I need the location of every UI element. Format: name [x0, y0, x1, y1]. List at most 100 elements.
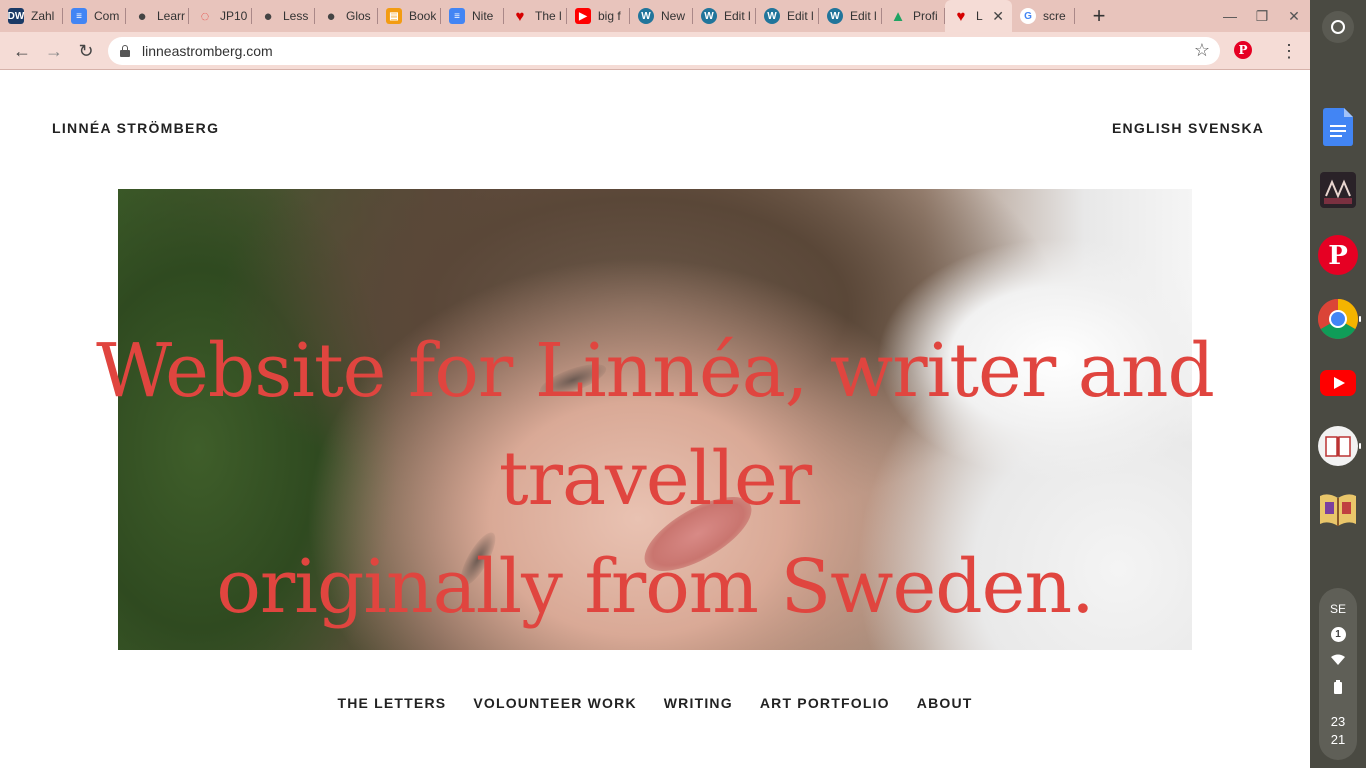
browser-tab[interactable]: ◌ JP10 — [189, 0, 252, 32]
notification-count: 1 — [1319, 626, 1357, 642]
dw-icon: DW — [8, 8, 24, 24]
tab-title: big f — [598, 9, 621, 23]
tab-title: Learr — [157, 9, 186, 23]
back-icon[interactable]: ← — [8, 37, 36, 65]
close-window-icon[interactable]: ✕ — [1278, 0, 1310, 32]
tab-title: Profi — [913, 9, 938, 23]
browser-tab[interactable]: ≡ Com — [63, 0, 126, 32]
google-docs-app-icon[interactable] — [1317, 106, 1359, 148]
storybook-app-icon[interactable] — [1317, 488, 1359, 530]
tab-strip: DW Zahl ≡ Com ● Learr ◌ JP10 ● Less ● Glos ▤ Book ≡ Nit… — [0, 0, 1310, 32]
browser-menu-icon[interactable]: ⋮ — [1280, 37, 1298, 65]
battery-icon — [1319, 680, 1357, 697]
browser-tab[interactable]: ♥ L ✕ — [945, 0, 1012, 32]
lock-icon[interactable] — [120, 45, 130, 57]
globe-icon: ● — [326, 7, 336, 25]
wordpress-icon: W — [827, 8, 843, 24]
wordpress-icon: W — [638, 8, 654, 24]
globe-icon: ● — [263, 7, 273, 25]
bookmark-star-icon[interactable]: ☆ — [1194, 40, 1210, 61]
chrome-app-icon[interactable] — [1317, 298, 1361, 340]
browser-tab[interactable]: W Edit l — [693, 0, 756, 32]
browser-tab[interactable]: ▲ Profi — [882, 0, 945, 32]
drive-icon: ▲ — [890, 7, 906, 25]
tab-title: Zahl — [31, 9, 55, 23]
browser-tab[interactable]: ♥ The l — [504, 0, 567, 32]
launcher-button[interactable] — [1322, 11, 1354, 43]
heart-icon: ♥ — [956, 7, 966, 25]
tab-title: scre — [1043, 9, 1066, 23]
wifi-icon — [1319, 654, 1357, 668]
new-tab-button[interactable]: + — [1083, 0, 1115, 32]
browser-tab[interactable]: Gscre — [1012, 0, 1075, 32]
book-app-icon[interactable] — [1317, 425, 1361, 467]
browser-tab[interactable]: ● Less — [252, 0, 315, 32]
tab-title: The l — [535, 9, 562, 23]
tab-close-icon[interactable]: ✕ — [992, 8, 1004, 25]
tab-separator — [1074, 8, 1075, 24]
notification-badge: 1 — [1330, 627, 1346, 642]
nav-the-letters[interactable]: THE LETTERS — [337, 695, 446, 711]
nav-writing[interactable]: WRITING — [664, 695, 733, 711]
wordpress-icon: W — [764, 8, 780, 24]
youtube-icon: ▶ — [575, 8, 591, 24]
pinterest-app-icon[interactable]: P — [1317, 234, 1359, 276]
nav-about[interactable]: ABOUT — [917, 695, 973, 711]
google-icon: G — [1020, 8, 1036, 24]
browser-tab[interactable]: W Edit l — [819, 0, 882, 32]
globe-icon: ● — [137, 7, 147, 25]
hero-headline-line: originally from Sweden. — [216, 544, 1094, 630]
clock-hour: 23 — [1330, 714, 1346, 729]
hero-headline: Website for Linnéa, writer and traveller… — [0, 317, 1310, 641]
docs-icon: ≡ — [449, 8, 465, 24]
tab-title: JP10 — [220, 9, 248, 23]
browser-tab[interactable]: ● Glos — [315, 0, 378, 32]
browser-tab[interactable]: ▤ Book — [378, 0, 441, 32]
restore-icon[interactable]: ❐ — [1246, 0, 1278, 32]
minimize-icon[interactable]: — — [1214, 0, 1246, 32]
lang-english-link[interactable]: ENGLISH — [1112, 120, 1183, 136]
tab-title: Nite — [472, 9, 494, 23]
tab-title: Book — [409, 9, 437, 23]
url-text[interactable]: linneastromberg.com — [142, 43, 273, 59]
browser-tab[interactable]: ≡ Nite — [441, 0, 504, 32]
nav-art-portfolio[interactable]: ART PORTFOLIO — [760, 695, 890, 711]
reload-icon[interactable]: ↻ — [72, 37, 100, 65]
pinterest-extension-icon[interactable]: P — [1234, 41, 1252, 59]
address-bar[interactable]: linneastromberg.com ☆ — [108, 37, 1220, 65]
browser-tab[interactable]: DW Zahl — [0, 0, 63, 32]
svg-text:P: P — [1328, 241, 1348, 271]
running-indicator — [1359, 316, 1361, 322]
browser-tab[interactable]: ● Learr — [126, 0, 189, 32]
running-indicator — [1359, 443, 1361, 449]
launcher-icon — [1331, 20, 1345, 34]
youtube-app-icon[interactable] — [1317, 362, 1359, 404]
tab-title: L — [976, 9, 983, 23]
nav-volounteer-work[interactable]: VOLOUNTEER WORK — [473, 695, 636, 711]
wordpress-icon: W — [701, 8, 717, 24]
clock-minute: 21 — [1330, 732, 1346, 747]
os-shelf: P SE 1 23 21 — [1310, 0, 1366, 768]
browser-tab[interactable]: W Edit l — [756, 0, 819, 32]
tab-title: Edit l — [724, 9, 751, 23]
site-title[interactable]: LINNÉA STRÖMBERG — [52, 120, 219, 136]
keyboard-layout-label: SE — [1329, 602, 1346, 616]
tab-title: Edit l — [787, 9, 814, 23]
tab-title: Glos — [346, 9, 371, 23]
gallery-app-icon[interactable] — [1317, 169, 1359, 211]
book-icon: ▤ — [386, 8, 402, 24]
tab-title: Edit l — [850, 9, 877, 23]
browser-tab[interactable]: ▶ big f — [567, 0, 630, 32]
web-page: LINNÉA STRÖMBERG ENGLISH SVENSKA Website… — [0, 71, 1310, 768]
docs-icon: ≡ — [71, 8, 87, 24]
browser-toolbar: ← → ↻ linneastromberg.com ☆ P ⋮ — [0, 32, 1310, 70]
main-nav: THE LETTERS VOLOUNTEER WORK WRITING ART … — [0, 695, 1310, 711]
heart-icon: ♥ — [515, 7, 525, 25]
tab-title: Less — [283, 9, 309, 23]
tab-title: Com — [94, 9, 120, 23]
browser-window: DW Zahl ≡ Com ● Learr ◌ JP10 ● Less ● Glos ▤ Book ≡ Nit… — [0, 0, 1310, 768]
browser-tab[interactable]: W New — [630, 0, 693, 32]
forward-icon[interactable]: → — [40, 37, 68, 65]
lang-svenska-link[interactable]: SVENSKA — [1188, 120, 1264, 136]
status-tray[interactable]: SE 1 23 21 — [1319, 588, 1357, 760]
